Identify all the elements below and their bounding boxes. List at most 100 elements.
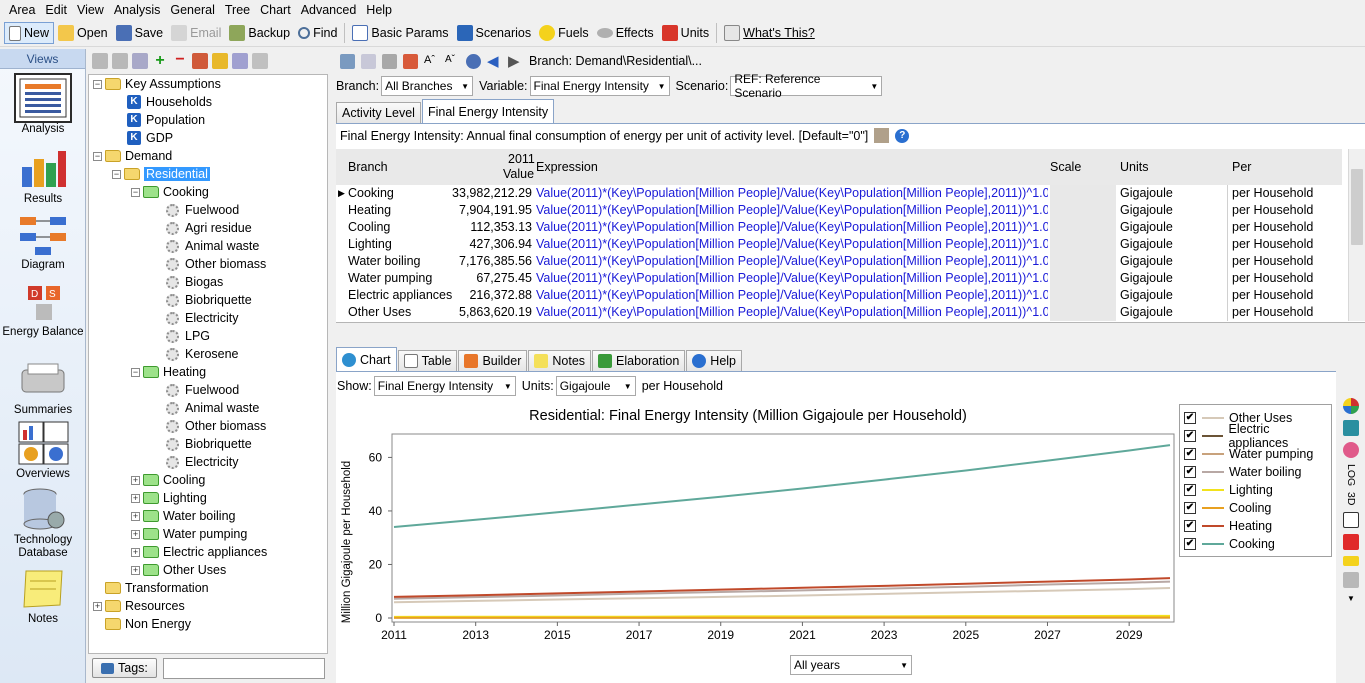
tags-input[interactable] bbox=[162, 657, 325, 679]
fuels-button[interactable]: Fuels bbox=[535, 22, 593, 44]
scrollbar-thumb[interactable] bbox=[1351, 169, 1363, 245]
collapse-toggle[interactable]: − bbox=[112, 169, 121, 179]
table-row[interactable]: Lighting 427,306.94 Value(2011)*(Key\Popul… bbox=[336, 236, 1342, 253]
delete-branch-icon[interactable]: − bbox=[172, 52, 188, 69]
menu-tree[interactable]: Tree bbox=[220, 3, 255, 17]
legend-item[interactable]: ✔ Lighting bbox=[1184, 481, 1273, 499]
cell-per[interactable]: per Household bbox=[1232, 254, 1313, 268]
tree-node-fuel[interactable]: Electricity bbox=[166, 453, 238, 471]
print-icon[interactable] bbox=[252, 53, 268, 69]
expand-toggle[interactable]: + bbox=[131, 493, 140, 503]
tree-node-water-boiling[interactable]: + Water boiling bbox=[131, 507, 236, 525]
table-row[interactable]: ▶ Cooking 33,982,212.29 Value(2011)*(Key\Po… bbox=[336, 185, 1342, 202]
legend-checkbox[interactable]: ✔ bbox=[1184, 430, 1196, 442]
expand-toggle[interactable]: + bbox=[131, 547, 140, 557]
legend-checkbox[interactable]: ✔ bbox=[1184, 538, 1196, 550]
cell-units[interactable]: Gigajoule bbox=[1120, 288, 1173, 302]
back-arrow-icon[interactable]: ◀ bbox=[487, 54, 502, 69]
cell-per[interactable]: per Household bbox=[1232, 288, 1313, 302]
cell-per[interactable]: per Household bbox=[1232, 305, 1313, 319]
tree-node-transformation[interactable]: Transformation bbox=[93, 579, 209, 597]
colors-icon[interactable] bbox=[1343, 442, 1359, 458]
header-value[interactable]: Value bbox=[503, 167, 534, 181]
font-smaller-icon[interactable]: Aˇ bbox=[445, 54, 460, 69]
cell-value[interactable]: 33,982,212.29 bbox=[364, 186, 532, 200]
tab-activity-level[interactable]: Activity Level bbox=[336, 102, 421, 123]
cell-value[interactable]: 112,353.13 bbox=[364, 220, 532, 234]
sort-icon[interactable] bbox=[232, 53, 248, 69]
tree-node-fuel[interactable]: Animal waste bbox=[166, 237, 259, 255]
scroll-down-icon[interactable]: ▼ bbox=[1347, 594, 1355, 603]
cell-expression[interactable]: Value(2011)*(Key\Population[Million Peop… bbox=[536, 237, 1048, 251]
move-up-icon[interactable] bbox=[92, 53, 108, 69]
header-per[interactable]: Per bbox=[1232, 160, 1251, 174]
cell-scale[interactable] bbox=[1050, 287, 1116, 304]
export-icon[interactable] bbox=[403, 53, 418, 69]
cell-scale[interactable] bbox=[1050, 185, 1116, 202]
legend-item[interactable]: ✔ Water boiling bbox=[1184, 463, 1302, 481]
cell-expression[interactable]: Value(2011)*(Key\Population[Million Peop… bbox=[536, 220, 1048, 234]
print-chart-icon[interactable] bbox=[1343, 571, 1359, 588]
header-value-year[interactable]: 2011 bbox=[508, 152, 535, 166]
legend-checkbox[interactable]: ✔ bbox=[1184, 502, 1196, 514]
cell-scale[interactable] bbox=[1050, 202, 1116, 219]
forward-arrow-icon[interactable]: ▶ bbox=[508, 54, 523, 69]
expand-toggle[interactable]: + bbox=[131, 475, 140, 485]
tree-node-fuel[interactable]: Agri residue bbox=[166, 219, 252, 237]
menu-general[interactable]: General bbox=[165, 3, 219, 17]
collapse-toggle[interactable]: − bbox=[93, 151, 102, 161]
table-row[interactable]: Water pumping 67,275.45 Value(2011)*(Key\P… bbox=[336, 270, 1342, 287]
tab-elaboration[interactable]: Elaboration bbox=[592, 350, 686, 371]
tree-node-resources[interactable]: + Resources bbox=[93, 597, 185, 615]
tree-node-lighting[interactable]: + Lighting bbox=[131, 489, 207, 507]
units-button[interactable]: Units bbox=[658, 22, 713, 44]
tree-node-demand[interactable]: − Demand bbox=[93, 147, 172, 165]
legend-checkbox[interactable]: ✔ bbox=[1184, 484, 1196, 496]
cell-expression[interactable]: Value(2011)*(Key\Population[Million Peop… bbox=[536, 203, 1048, 217]
area-chart-icon[interactable] bbox=[1343, 420, 1359, 436]
tree-node-cooling[interactable]: + Cooling bbox=[131, 471, 205, 489]
save-button[interactable]: Save bbox=[112, 22, 168, 44]
cell-value[interactable]: 5,863,620.19 bbox=[364, 305, 532, 319]
scenario-select[interactable]: REF: Reference Scenario ▼ bbox=[730, 72, 883, 100]
scenarios-button[interactable]: Scenarios bbox=[453, 22, 536, 44]
legend-item[interactable]: ✔ Cooling bbox=[1184, 499, 1271, 517]
tab-table[interactable]: Table bbox=[397, 350, 458, 371]
cell-per[interactable]: per Household bbox=[1232, 186, 1313, 200]
properties-icon[interactable] bbox=[132, 53, 148, 69]
help-icon[interactable]: ? bbox=[895, 128, 910, 143]
cell-per[interactable]: per Household bbox=[1232, 237, 1313, 251]
legend-item[interactable]: ✔ Heating bbox=[1184, 517, 1272, 535]
header-expression[interactable]: Expression bbox=[536, 160, 598, 174]
menu-area[interactable]: Area bbox=[4, 3, 40, 17]
table-row[interactable]: Electric appliances 216,372.88 Value(2011)… bbox=[336, 287, 1342, 304]
view-results[interactable]: Results bbox=[0, 145, 86, 206]
legend-checkbox[interactable]: ✔ bbox=[1184, 448, 1196, 460]
cell-units[interactable]: Gigajoule bbox=[1120, 186, 1173, 200]
view-overviews[interactable]: Overviews bbox=[0, 420, 86, 481]
cell-per[interactable]: per Household bbox=[1232, 271, 1313, 285]
menu-advanced[interactable]: Advanced bbox=[296, 3, 362, 17]
units-select[interactable]: Gigajoule ▼ bbox=[555, 376, 636, 396]
gridlines-icon[interactable] bbox=[1343, 533, 1359, 550]
cell-scale[interactable] bbox=[1050, 253, 1116, 270]
grid-vertical-scrollbar[interactable] bbox=[1348, 149, 1365, 321]
collapse-toggle[interactable]: − bbox=[93, 79, 102, 89]
tree-node-fuel[interactable]: Fuelwood bbox=[166, 201, 239, 219]
variable-select[interactable]: Final Energy Intensity ▼ bbox=[529, 76, 670, 96]
table-row[interactable]: Other Uses 5,863,620.19 Value(2011)*(Key\P… bbox=[336, 304, 1342, 321]
expand-toggle[interactable]: + bbox=[93, 601, 102, 611]
basic-params-button[interactable]: Basic Params bbox=[348, 22, 452, 44]
whats-this-button[interactable]: What's This? bbox=[720, 22, 819, 44]
backup-button[interactable]: Backup bbox=[225, 22, 294, 44]
tree-settings-icon[interactable] bbox=[340, 53, 355, 69]
view-diagram[interactable]: Diagram bbox=[0, 211, 86, 272]
show-select[interactable]: Final Energy Intensity ▼ bbox=[373, 376, 516, 396]
effects-button[interactable]: Effects bbox=[593, 22, 658, 44]
tree-node-fuel[interactable]: Biobriquette bbox=[166, 291, 252, 309]
collapse-toggle[interactable]: − bbox=[131, 187, 140, 197]
view-technology-database[interactable]: Technology Database bbox=[0, 486, 86, 560]
collapse-toggle[interactable]: − bbox=[131, 367, 140, 377]
tab-notes[interactable]: Notes bbox=[528, 350, 592, 371]
tree-node-households[interactable]: K Households bbox=[127, 93, 212, 111]
